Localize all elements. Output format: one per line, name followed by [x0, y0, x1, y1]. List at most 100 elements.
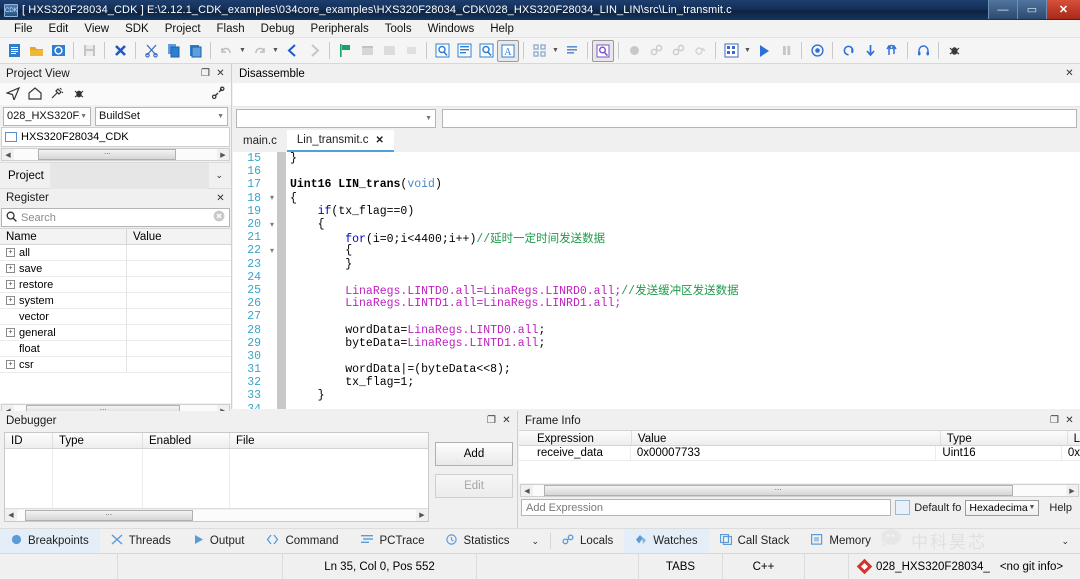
minimize-button[interactable]: — [988, 0, 1017, 19]
stop-build-icon[interactable] [400, 40, 422, 62]
menu-edit[interactable]: Edit [41, 20, 77, 38]
grid-view-icon[interactable] [528, 40, 550, 62]
new-file-icon[interactable] [3, 40, 25, 62]
add-expression-input[interactable]: Add Expression [521, 499, 892, 516]
scroll-left-icon[interactable]: ◀ [521, 487, 533, 495]
bottom-tabs-right-overflow[interactable]: ⌄ [1050, 529, 1080, 554]
menu-sdk[interactable]: SDK [117, 20, 157, 38]
table-row[interactable]: + save [0, 261, 231, 277]
help-button[interactable]: Help [1043, 502, 1078, 514]
chevron-down-icon[interactable]: ⌄ [209, 170, 223, 181]
table-row[interactable]: + general [0, 325, 231, 341]
scroll-right-icon[interactable]: ▶ [1066, 487, 1078, 495]
expand-icon[interactable]: + [6, 264, 15, 273]
scroll-right-icon[interactable]: ▶ [217, 151, 229, 159]
project-view-float-icon[interactable]: ❐ [199, 67, 212, 80]
register-search[interactable]: Search [1, 208, 230, 227]
bug-icon[interactable] [943, 40, 965, 62]
table-row[interactable]: + system [0, 293, 231, 309]
refresh-project-icon[interactable] [47, 40, 69, 62]
table-row[interactable]: vector [0, 309, 231, 325]
delete-icon[interactable] [109, 40, 131, 62]
menu-help[interactable]: Help [482, 20, 522, 38]
menu-tools[interactable]: Tools [377, 20, 420, 38]
project-tree[interactable]: HXS320F28034_CDK [1, 127, 230, 147]
scope-combo[interactable]: ▼ [236, 108, 436, 128]
link-settings-icon[interactable] [211, 85, 225, 103]
expand-icon[interactable]: + [6, 248, 15, 257]
breakpoint-disable-all-icon[interactable] [689, 40, 711, 62]
tab-locals[interactable]: Locals [551, 529, 624, 554]
menu-peripherals[interactable]: Peripherals [303, 20, 377, 38]
edit-breakpoint-button[interactable]: Edit [435, 474, 513, 498]
config-dropdown-caret-icon[interactable]: ▼ [742, 40, 753, 62]
status-tabs-mode[interactable]: TABS [639, 553, 723, 579]
table-row[interactable]: + csr [0, 357, 231, 373]
project-footer-tab[interactable]: Project ⌄ [0, 162, 231, 189]
buildset-combo[interactable]: BuildSet ▼ [95, 106, 228, 126]
debugger-float-icon[interactable]: ❐ [485, 414, 498, 427]
reset-target-icon[interactable] [806, 40, 828, 62]
menu-windows[interactable]: Windows [420, 20, 483, 38]
tab-call-stack[interactable]: Call Stack [709, 529, 801, 554]
expand-icon[interactable]: + [6, 280, 15, 289]
clear-search-icon[interactable] [213, 210, 225, 225]
expand-icon[interactable]: + [6, 328, 15, 337]
undo-icon[interactable] [215, 40, 237, 62]
grid-dropdown-caret-icon[interactable]: ▼ [550, 40, 561, 62]
scroll-right-icon[interactable]: ▶ [416, 511, 428, 519]
expand-icon[interactable]: + [6, 296, 15, 305]
find-in-files-icon[interactable] [453, 40, 475, 62]
breakpoint-toggle-icon[interactable] [623, 40, 645, 62]
table-row[interactable]: float [0, 341, 231, 357]
headphones-debug-icon[interactable] [912, 40, 934, 62]
scroll-left-icon[interactable]: ◀ [2, 151, 14, 159]
project-view-close-icon[interactable]: ✕ [214, 67, 227, 80]
open-folder-icon[interactable] [25, 40, 47, 62]
menu-project[interactable]: Project [157, 20, 209, 38]
frame-info-float-icon[interactable]: ❐ [1048, 414, 1061, 427]
add-breakpoint-button[interactable]: Add [435, 442, 513, 466]
tab-command[interactable]: Command [255, 529, 349, 554]
breakpoints-table[interactable]: ID Type Enabled File ◀ ⋯ ▶ [4, 432, 429, 522]
breakpoint-remove-icon[interactable] [667, 40, 689, 62]
tab-pctrace[interactable]: PCTrace [350, 529, 436, 554]
tab-watches[interactable]: Watches [624, 528, 709, 554]
tab-lin-transmit-c[interactable]: Lin_transmit.c ✕ [286, 130, 394, 152]
copy-icon[interactable] [162, 40, 184, 62]
debugger-close-icon[interactable]: ✕ [500, 414, 513, 427]
close-button[interactable]: ✕ [1046, 0, 1080, 19]
pause-icon[interactable] [775, 40, 797, 62]
search-symbol-icon[interactable] [475, 40, 497, 62]
code-editor[interactable]: 15} 16 17 Uint16 LIN_trans(void) 18 ▾{ 19 … [233, 152, 1080, 409]
menu-view[interactable]: View [76, 20, 117, 38]
tab-output[interactable]: Output [182, 529, 256, 554]
clean-icon[interactable] [378, 40, 400, 62]
maximize-button[interactable]: ▭ [1017, 0, 1046, 19]
locate-icon[interactable] [5, 86, 21, 103]
run-icon[interactable] [753, 40, 775, 62]
tab-main-c[interactable]: main.c [233, 130, 287, 152]
menu-flash[interactable]: Flash [209, 20, 253, 38]
breakpoint-disable-icon[interactable] [645, 40, 667, 62]
navigate-forward-icon[interactable] [303, 40, 325, 62]
redo-icon[interactable] [248, 40, 270, 62]
scroll-left-icon[interactable]: ◀ [5, 511, 17, 519]
menu-debug[interactable]: Debug [253, 20, 303, 38]
format-combo[interactable]: Hexadecimal ▼ [965, 499, 1040, 516]
project-tree-hscrollbar[interactable]: ◀ ⋯ ▶ [1, 148, 230, 161]
redo-dropdown-caret-icon[interactable]: ▼ [270, 40, 281, 62]
expand-icon[interactable]: + [6, 360, 15, 369]
bottom-tabs-left-overflow[interactable]: ⌄ [520, 529, 550, 554]
tab-threads[interactable]: Threads [100, 529, 182, 554]
tab-statistics[interactable]: Statistics [435, 529, 520, 554]
find-next-icon[interactable] [592, 39, 614, 62]
table-row[interactable]: receive_data 0x00007733 Uint16 0x [519, 446, 1080, 461]
save-icon[interactable] [78, 40, 100, 62]
rebuild-icon[interactable] [356, 40, 378, 62]
disassemble-close-icon[interactable]: ✕ [1063, 67, 1076, 80]
cut-icon[interactable] [140, 40, 162, 62]
step-over-icon[interactable] [837, 40, 859, 62]
tab-memory[interactable]: Memory [800, 529, 882, 554]
undo-dropdown-caret-icon[interactable]: ▼ [237, 40, 248, 62]
